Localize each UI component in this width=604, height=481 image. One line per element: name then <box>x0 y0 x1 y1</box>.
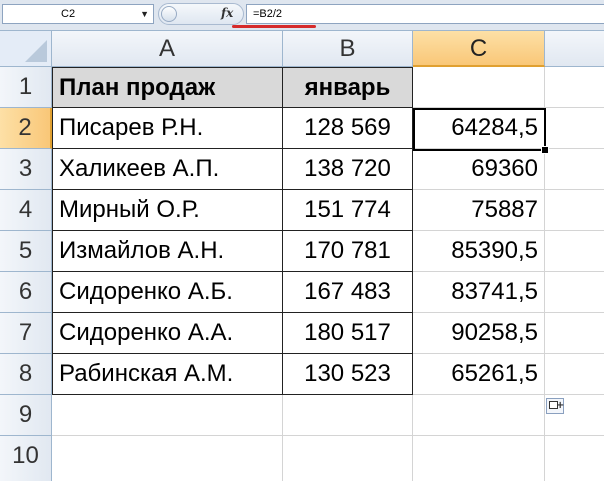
formula-bar: C2 ▼ fx =B2/2 <box>0 0 604 31</box>
cell-c2[interactable]: 64284,5 <box>413 108 545 149</box>
cell-a5[interactable]: Измайлов А.Н. <box>52 231 283 272</box>
cell-d2[interactable] <box>545 108 604 149</box>
cell-a1[interactable]: План продаж <box>52 67 283 108</box>
cell-c5[interactable]: 85390,5 <box>413 231 545 272</box>
cell-c1[interactable] <box>413 67 545 108</box>
cell-d6[interactable] <box>545 272 604 313</box>
row-header-5[interactable]: 5 <box>0 231 52 272</box>
column-header-a[interactable]: A <box>52 31 283 67</box>
cell-d10[interactable] <box>545 436 604 481</box>
cell-c9[interactable] <box>413 395 545 436</box>
row-header-9[interactable]: 9 <box>0 395 52 436</box>
chevron-down-icon[interactable]: ▼ <box>140 5 149 23</box>
cell-b7[interactable]: 180 517 <box>283 313 413 354</box>
select-all-button[interactable] <box>0 31 52 67</box>
cell-a9[interactable] <box>52 395 283 436</box>
cell-a3[interactable]: Халикеев А.П. <box>52 149 283 190</box>
cell-c3[interactable]: 69360 <box>413 149 545 190</box>
cell-b6[interactable]: 167 483 <box>283 272 413 313</box>
cell-d3[interactable] <box>545 149 604 190</box>
row-header-6[interactable]: 6 <box>0 272 52 313</box>
row-header-7[interactable]: 7 <box>0 313 52 354</box>
cell-d8[interactable] <box>545 354 604 395</box>
cell-c7[interactable]: 90258,5 <box>413 313 545 354</box>
row-header-4[interactable]: 4 <box>0 190 52 231</box>
cell-d5[interactable] <box>545 231 604 272</box>
resize-handle-icon[interactable] <box>161 6 177 22</box>
formula-controls: fx <box>158 3 244 25</box>
cell-b5[interactable]: 170 781 <box>283 231 413 272</box>
formula-highlight-underline <box>232 25 316 28</box>
cell-c6[interactable]: 83741,5 <box>413 272 545 313</box>
cell-b3[interactable]: 138 720 <box>283 149 413 190</box>
row-header-2[interactable]: 2 <box>0 108 52 149</box>
cell-d7[interactable] <box>545 313 604 354</box>
select-all-icon <box>25 40 47 62</box>
cell-a6[interactable]: Сидоренко А.Б. <box>52 272 283 313</box>
cell-b1[interactable]: январь <box>283 67 413 108</box>
cell-a8[interactable]: Рабинская А.М. <box>52 354 283 395</box>
fill-handle[interactable] <box>541 146 549 154</box>
paste-options-icon[interactable] <box>546 398 564 414</box>
cell-a10[interactable] <box>52 436 283 481</box>
cell-b9[interactable] <box>283 395 413 436</box>
name-box[interactable]: C2 ▼ <box>2 4 154 24</box>
cell-a4[interactable]: Мирный О.Р. <box>52 190 283 231</box>
row-header-1[interactable]: 1 <box>0 67 52 108</box>
column-header-c[interactable]: C <box>413 31 545 67</box>
column-header-b[interactable]: B <box>283 31 413 67</box>
cell-c8[interactable]: 65261,5 <box>413 354 545 395</box>
cell-c10[interactable] <box>413 436 545 481</box>
row-header-10[interactable]: 10 <box>0 436 52 481</box>
cell-d4[interactable] <box>545 190 604 231</box>
name-box-value: C2 <box>61 8 76 20</box>
row-header-3[interactable]: 3 <box>0 149 52 190</box>
formula-input[interactable]: =B2/2 <box>246 4 604 24</box>
cell-c4[interactable]: 75887 <box>413 190 545 231</box>
cell-a2[interactable]: Писарев Р.Н. <box>52 108 283 149</box>
cell-a7[interactable]: Сидоренко А.А. <box>52 313 283 354</box>
cell-b2[interactable]: 128 569 <box>283 108 413 149</box>
cell-b4[interactable]: 151 774 <box>283 190 413 231</box>
insert-function-button[interactable]: fx <box>221 6 233 20</box>
cell-b8[interactable]: 130 523 <box>283 354 413 395</box>
cell-b10[interactable] <box>283 436 413 481</box>
row-header-8[interactable]: 8 <box>0 354 52 395</box>
column-header-d[interactable] <box>545 31 604 67</box>
cell-d1[interactable] <box>545 67 604 108</box>
